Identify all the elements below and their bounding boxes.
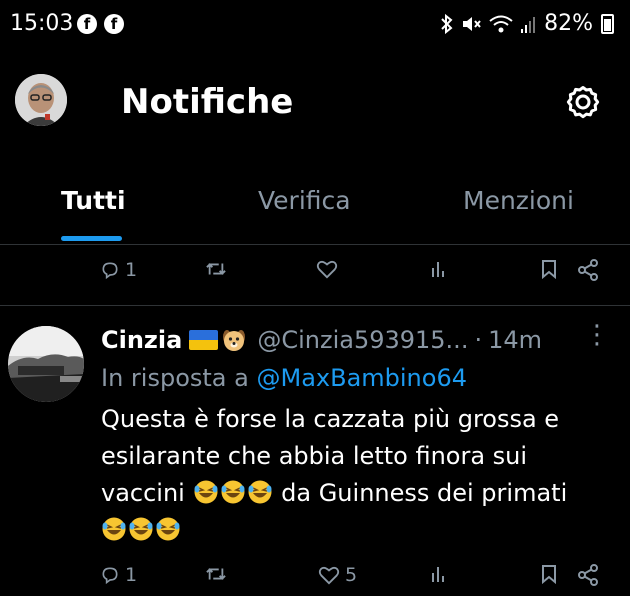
laughing-emoji bbox=[102, 517, 126, 541]
bookmark-icon bbox=[542, 260, 556, 279]
views-button[interactable] bbox=[429, 564, 449, 584]
share-button[interactable] bbox=[577, 564, 599, 586]
retweet-icon bbox=[206, 263, 226, 275]
reply-count: 1 bbox=[125, 564, 138, 586]
dot-separator: · bbox=[474, 326, 483, 354]
bookmark-icon bbox=[542, 565, 556, 584]
views-icon bbox=[432, 262, 444, 277]
mute-icon bbox=[460, 13, 482, 35]
tweet-text: Questa è forse la cazzata più grossa e e… bbox=[101, 401, 611, 549]
reply-icon bbox=[102, 567, 118, 585]
signal-icon bbox=[520, 13, 538, 35]
author-name[interactable]: Cinzia bbox=[101, 326, 182, 354]
clock: 15:03 bbox=[10, 11, 74, 36]
reply-icon bbox=[102, 262, 118, 280]
prev-tweet-actions: 1 bbox=[0, 259, 630, 291]
reply-button[interactable]: 1 bbox=[100, 564, 137, 586]
laughing-emoji bbox=[194, 480, 217, 504]
tweet-text-word: da Guinness dei primati bbox=[281, 479, 568, 507]
tweet-actions: 1 5 bbox=[0, 564, 630, 596]
tweet[interactable]: Cinzia @Cinzia593915... · 14m ⋮ In rispo… bbox=[0, 306, 630, 595]
reply-prefix: In risposta a bbox=[101, 364, 249, 392]
facebook-icon: f bbox=[104, 14, 124, 34]
status-bar: 15:03 f f 82% bbox=[0, 0, 630, 52]
battery-icon bbox=[601, 13, 614, 34]
reply-to-mention[interactable]: @MaxBambino64 bbox=[256, 364, 467, 392]
bookmark-button[interactable] bbox=[540, 564, 558, 584]
laughing-emoji bbox=[221, 480, 244, 504]
battery-level: 82% bbox=[544, 11, 593, 36]
tweet-text-line: Questa è forse la cazzata più grossa e bbox=[101, 405, 560, 433]
views-button[interactable] bbox=[429, 259, 449, 279]
ukraine-flag-emoji bbox=[189, 330, 219, 350]
wifi-icon bbox=[488, 13, 514, 35]
tab-verifica[interactable]: Verifica bbox=[258, 186, 351, 215]
laughing-emoji bbox=[129, 517, 153, 541]
cinzia-avatar[interactable] bbox=[8, 326, 84, 402]
tweet-text-line: esilarante che abbia letto finora sui bbox=[101, 442, 528, 470]
active-tab-indicator bbox=[61, 236, 122, 241]
heart-icon bbox=[318, 566, 340, 585]
reply-count: 1 bbox=[125, 259, 138, 281]
like-button[interactable]: 5 bbox=[318, 564, 357, 586]
more-options-icon[interactable]: ⋮ bbox=[584, 322, 610, 348]
bluetooth-icon bbox=[440, 13, 454, 35]
bookmark-button[interactable] bbox=[540, 259, 558, 279]
retweet-button[interactable] bbox=[205, 564, 227, 584]
tweet-text-word: vaccini bbox=[101, 479, 185, 507]
heart-icon bbox=[316, 260, 338, 279]
tab-menzioni[interactable]: Menzioni bbox=[463, 186, 574, 215]
share-button[interactable] bbox=[577, 259, 599, 281]
tweet-header: Cinzia @Cinzia593915... · 14m bbox=[101, 326, 542, 354]
retweet-icon bbox=[206, 568, 226, 580]
like-count: 5 bbox=[345, 564, 358, 586]
tweet-time: 14m bbox=[488, 326, 543, 354]
notification-tabs: Tutti Verifica Menzioni bbox=[0, 166, 630, 245]
retweet-button[interactable] bbox=[205, 259, 227, 279]
reply-context: In risposta a @MaxBambino64 bbox=[101, 364, 467, 392]
profile-avatar[interactable] bbox=[15, 74, 67, 126]
tab-tutti[interactable]: Tutti bbox=[61, 186, 126, 215]
share-icon bbox=[578, 259, 598, 281]
page-title: Notifiche bbox=[121, 82, 294, 122]
share-icon bbox=[578, 564, 598, 586]
views-icon bbox=[432, 567, 444, 582]
like-button[interactable] bbox=[316, 259, 338, 279]
app-header: Notifiche bbox=[0, 52, 630, 152]
facebook-icon: f bbox=[77, 14, 97, 34]
laughing-emoji bbox=[248, 480, 271, 504]
gear-icon[interactable] bbox=[563, 82, 603, 126]
puppy-emoji bbox=[223, 330, 246, 351]
author-handle[interactable]: @Cinzia593915... bbox=[257, 326, 468, 354]
reply-button[interactable]: 1 bbox=[100, 259, 137, 281]
laughing-emoji bbox=[156, 517, 180, 541]
